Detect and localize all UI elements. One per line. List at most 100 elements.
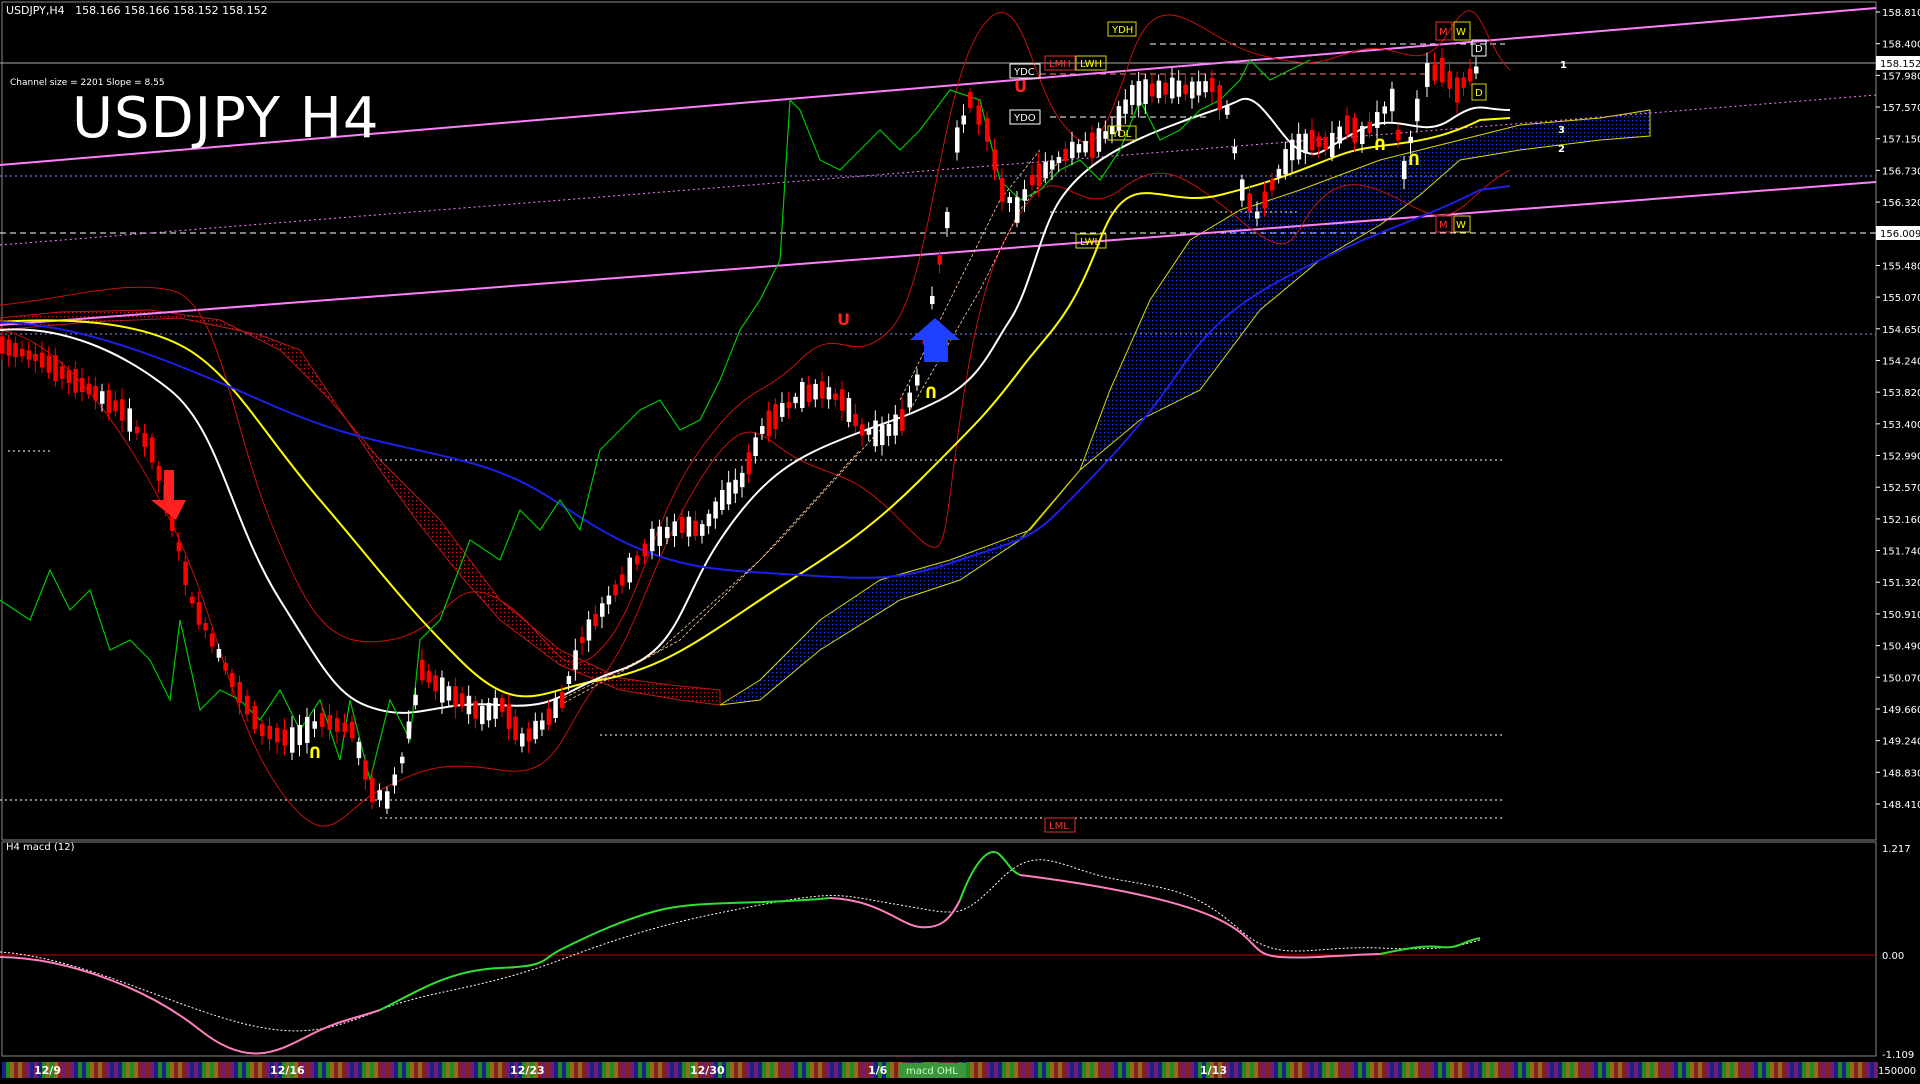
candle-body [1461,77,1466,88]
date-axis-segment [310,1062,314,1078]
date-axis-segment [362,1062,366,1078]
date-axis-segment [1550,1062,1554,1078]
d-top-label: D [1475,44,1483,55]
date-axis-segment [1454,1062,1458,1078]
candle-body [520,733,525,747]
date-axis-segment [810,1062,814,1078]
date-axis-segment [206,1062,210,1078]
candle-body [733,479,738,494]
date-axis-segment [1650,1062,1654,1078]
date-axis-segment [1366,1062,1370,1078]
candle-body [533,720,538,740]
candle-body [466,695,472,715]
date-axis-segment [1478,1062,1482,1078]
date-axis-segment [1774,1062,1778,1078]
date-axis-segment [682,1062,686,1078]
date-axis-segment [1498,1062,1502,1078]
date-axis-segment [1758,1062,1762,1078]
date-axis-segment [978,1062,982,1078]
candle-body [800,382,805,408]
date-axis-segment [842,1062,846,1078]
date-axis-segment [234,1062,238,1078]
date-axis-segment [1254,1062,1258,1078]
candle-body [586,619,592,641]
date-axis-segment [566,1062,570,1078]
macd-pane-frame [1,841,1877,1057]
date-axis-segment [754,1062,758,1078]
date-axis-segment [22,1062,26,1078]
candle-body [1196,81,1202,96]
date-axis-segment [1114,1062,1118,1078]
d-mid-label: D [1475,88,1483,99]
date-axis-segment [1682,1062,1686,1078]
candle-body [1367,121,1372,134]
candle-body [290,727,295,753]
date-axis-segment [114,1062,118,1078]
signal-arrows [151,318,960,520]
date-axis-segment [1554,1062,1558,1078]
price-chart-svg[interactable]: Ո Ո Ո Ո Ս Ս YDH YDC YDO YDL LMH LWH LWL … [0,0,1920,1080]
date-axis-segment [1346,1062,1350,1078]
candle-body [657,526,662,546]
date-axis-segment [202,1062,206,1078]
candle-body [1262,191,1267,209]
candle-body [606,595,612,605]
date-axis-segment [350,1062,354,1078]
date-axis-segment [750,1062,754,1078]
date-axis-segment [730,1062,734,1078]
date-axis-segment [622,1062,626,1078]
date-axis-segment [154,1062,158,1078]
date-axis-segment [1078,1062,1082,1078]
macd-axis-bottom: -1.109 [1882,1050,1914,1061]
candle-body [1425,63,1430,87]
date-axis-segment [1278,1062,1282,1078]
date-axis-segment [502,1062,506,1078]
date-axis-segment [806,1062,810,1078]
price-tick-label: 153.820 [1882,388,1920,399]
candle-body [900,409,905,431]
candle-body [20,348,25,357]
fib-label-3: 3 [1558,125,1565,136]
date-axis-segment [1046,1062,1050,1078]
date-axis-segment [1250,1062,1254,1078]
macd-axis-zero: 0.00 [1882,951,1904,962]
red-arch-icon: Ս [1014,77,1026,96]
date-label: 1/13 [1200,1064,1227,1077]
date-axis-segment [762,1062,766,1078]
candle-body [880,424,885,446]
date-axis-segment [166,1062,170,1078]
date-axis-segment [162,1062,166,1078]
candle-body [1007,196,1012,204]
candle-body [190,596,195,604]
date-axis-segment [1514,1062,1518,1078]
date-axis-segment [1378,1062,1382,1078]
date-axis-segment [1166,1062,1170,1078]
date-axis-segment [1298,1062,1302,1078]
candle-body [937,255,942,265]
date-axis-segment [1018,1062,1022,1078]
date-axis-segment [550,1062,554,1078]
candle-body [1015,197,1020,223]
date-axis-segment [1290,1062,1294,1078]
candle-body [820,381,825,399]
date-axis-segment [894,1062,898,1078]
date-axis-segment [1154,1062,1158,1078]
date-axis-segment [1506,1062,1510,1078]
date-axis-segment [402,1062,406,1078]
date-axis-segment [1334,1062,1338,1078]
macd-main-line-green [379,897,831,1011]
candle-body [406,721,412,739]
chart-window[interactable]: Ո Ո Ո Ո Ս Ս YDH YDC YDO YDL LMH LWH LWL … [0,0,1920,1080]
candle-body [142,433,147,447]
candle-body [363,760,368,780]
ydh-label: YDH [1111,25,1133,36]
date-axis-segment [1086,1062,1090,1078]
candle-body [297,724,302,746]
date-axis-segment [254,1062,258,1078]
candle-body [1240,179,1245,201]
date-axis-segment [638,1062,642,1078]
date-axis-segment [594,1062,598,1078]
date-axis-segment [170,1062,174,1078]
date-axis-segment [1038,1062,1042,1078]
date-axis-segment [1626,1062,1630,1078]
